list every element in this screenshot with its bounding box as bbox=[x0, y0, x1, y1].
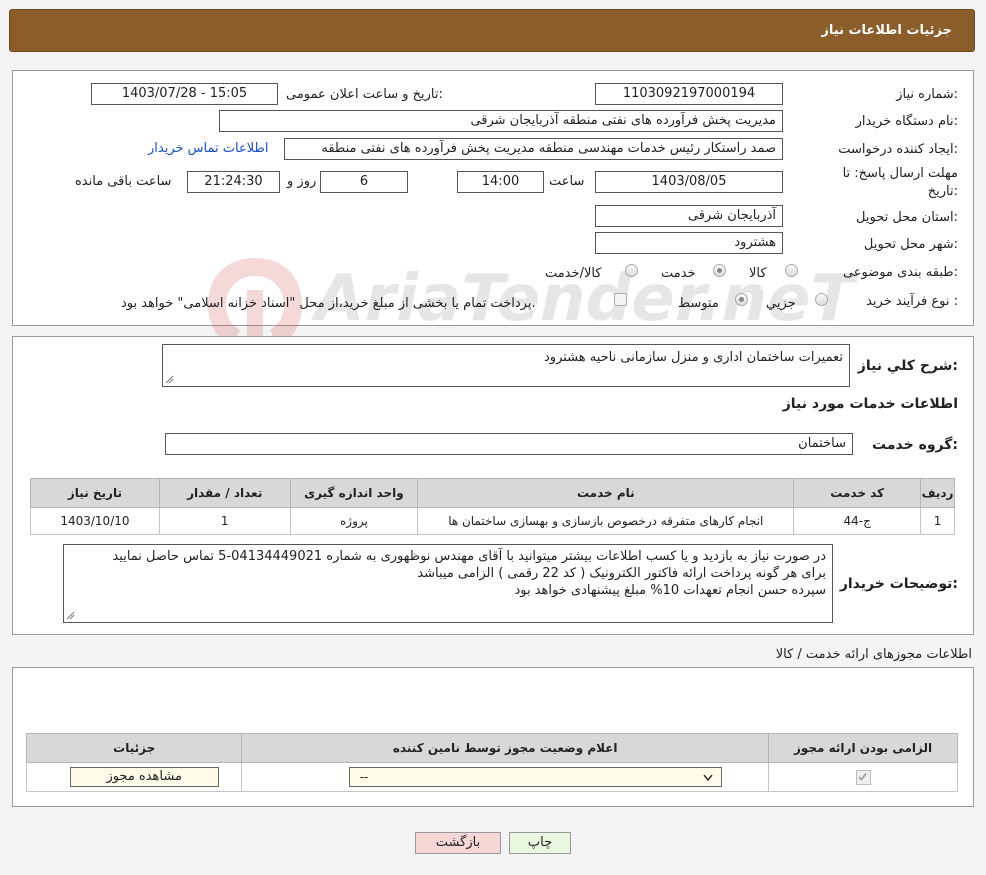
buyer-notes-label: توضیحات خریدار: bbox=[839, 576, 958, 592]
back-button[interactable]: بازگشت bbox=[415, 832, 501, 854]
province-label: استان محل تحویل: bbox=[856, 210, 958, 225]
process-minor-label: جزیي bbox=[766, 296, 796, 311]
announce-date-label: تاریخ و ساعت اعلان عمومی: bbox=[286, 87, 443, 102]
description-textarea[interactable]: تعمیرات ساختمان اداری و منزل سازمانی ناح… bbox=[162, 344, 850, 387]
col-quantity: تعداد / مقدار bbox=[158, 478, 291, 508]
page-title: جزئیات اطلاعات نیاز bbox=[821, 23, 952, 38]
cell-row: 1 bbox=[920, 507, 955, 535]
buyer-contact-link[interactable]: اطلاعات تماس خریدار bbox=[148, 141, 268, 156]
buyer-notes-textarea[interactable]: در صورت نیاز به بازدید و یا کسب اطلاعات … bbox=[63, 544, 833, 623]
category-service-radio[interactable] bbox=[713, 264, 726, 277]
days-label: روز و bbox=[287, 174, 317, 189]
need-number-label: شماره نیاز: bbox=[896, 87, 958, 102]
category-goods-service-label: کالا/خدمت bbox=[545, 266, 602, 281]
buyer-notes-line-3: سپرده حسن انجام تعهدات 10% مبلغ پیشنهادی… bbox=[514, 583, 826, 598]
permit-status-value: -- bbox=[359, 770, 369, 784]
process-medium-label: متوسط bbox=[678, 296, 719, 311]
process-minor-radio[interactable] bbox=[815, 293, 828, 306]
permit-required-checkbox bbox=[855, 769, 871, 785]
buyer-org-field: مدیریت پخش فرآورده های نفتی منطقه آذربای… bbox=[219, 110, 783, 132]
category-service-label: خدمت bbox=[661, 266, 696, 281]
col-service-name: نام خدمت bbox=[417, 478, 795, 508]
cell-service-name: انجام کارهای متفرقه درخصوص بازسازی و بهس… bbox=[417, 507, 795, 535]
cell-service-code: ج-44 bbox=[793, 507, 922, 535]
col-row: ردیف bbox=[920, 478, 955, 508]
process-label: نوع فرآیند خرید : bbox=[866, 294, 958, 309]
page-header: جزئیات اطلاعات نیاز bbox=[9, 9, 975, 52]
view-permit-button[interactable]: مشاهده مجوز bbox=[69, 767, 219, 787]
requester-label: ایجاد کننده درخواست: bbox=[838, 142, 958, 157]
chevron-down-icon bbox=[703, 774, 713, 782]
check-icon bbox=[857, 772, 867, 781]
table-row: -- مشاهده مجوز bbox=[25, 762, 958, 792]
cell-unit: پروژه bbox=[289, 507, 419, 535]
treasury-note: پرداخت تمام یا بخشی از مبلغ خرید،از محل … bbox=[121, 296, 536, 311]
cell-permit-status: -- bbox=[241, 762, 770, 792]
resize-grip-icon[interactable] bbox=[165, 375, 174, 384]
permits-title: اطلاعات مجوزهای ارائه خدمت / کالا bbox=[775, 647, 972, 662]
buyer-org-label: نام دستگاه خریدار: bbox=[855, 114, 958, 129]
cell-permit-details: مشاهده مجوز bbox=[25, 762, 243, 792]
col-permit-required: الزامی بودن ارائه مجوز bbox=[768, 733, 958, 763]
deadline-hour-field: 14:00 bbox=[457, 171, 544, 193]
col-permit-status: اعلام وضعیت مجوز توسط نامین کننده bbox=[241, 733, 770, 763]
category-label: طبقه بندی موضوعی: bbox=[842, 265, 958, 280]
table-row: 1 ج-44 انجام کارهای متفرقه درخصوص بازساز… bbox=[30, 507, 955, 535]
days-field: 6 bbox=[320, 171, 408, 193]
requester-field: صمد راستکار رئیس خدمات مهندسی منطقه مدیر… bbox=[284, 138, 783, 160]
city-field: هشترود bbox=[595, 232, 783, 254]
permits-table-header: الزامی بودن ارائه مجوز اعلام وضعیت مجوز … bbox=[25, 733, 958, 763]
treasury-checkbox[interactable] bbox=[614, 293, 627, 306]
category-goods-label: کالا bbox=[749, 266, 767, 281]
resize-grip-icon[interactable] bbox=[66, 611, 75, 620]
permits-table: الزامی بودن ارائه مجوز اعلام وضعیت مجوز … bbox=[25, 733, 958, 792]
cell-quantity: 1 bbox=[158, 507, 291, 535]
province-field: آذربایجان شرقی bbox=[595, 205, 783, 227]
col-permit-details: جزئیات bbox=[25, 733, 243, 763]
col-need-date: تاریخ نیاز bbox=[30, 478, 160, 508]
category-goods-radio[interactable] bbox=[785, 264, 798, 277]
services-table-header: ردیف کد خدمت نام خدمت واحد اندازه گیری ت… bbox=[30, 478, 955, 508]
deadline-date-field: 1403/08/05 bbox=[595, 171, 783, 193]
remaining-time-label: ساعت باقی مانده bbox=[75, 174, 172, 189]
services-table: ردیف کد خدمت نام خدمت واحد اندازه گیری ت… bbox=[30, 478, 955, 535]
category-goods-service-radio[interactable] bbox=[625, 264, 638, 277]
description-text: تعمیرات ساختمان اداری و منزل سازمانی ناح… bbox=[544, 350, 843, 365]
service-group-field: ساختمان bbox=[165, 433, 853, 455]
permit-status-select[interactable]: -- bbox=[348, 767, 722, 787]
process-medium-radio[interactable] bbox=[735, 293, 748, 306]
deadline-hour-label: ساعت bbox=[549, 174, 585, 189]
remaining-time-field: 21:24:30 bbox=[187, 171, 280, 193]
col-unit: واحد اندازه گیری bbox=[289, 478, 419, 508]
service-group-label: گروه خدمت: bbox=[872, 437, 958, 453]
cell-need-date: 1403/10/10 bbox=[30, 507, 160, 535]
services-section-title: اطلاعات خدمات مورد نیاز bbox=[782, 396, 958, 412]
buyer-notes-line-1: در صورت نیاز به بازدید و یا کسب اطلاعات … bbox=[112, 549, 826, 564]
need-info-panel bbox=[12, 70, 974, 326]
deadline-label: مهلت ارسال پاسخ: تا bbox=[842, 166, 958, 181]
need-number-field: 1103092197000194 bbox=[595, 83, 783, 105]
cell-permit-required bbox=[768, 762, 958, 792]
col-service-code: کد خدمت bbox=[793, 478, 922, 508]
print-button[interactable]: چاپ bbox=[509, 832, 571, 854]
buyer-notes-line-2: برای هر گونه پرداخت ارائه فاکتور الکترون… bbox=[417, 566, 826, 581]
announce-date-field: 1403/07/28 - 15:05 bbox=[91, 83, 278, 105]
deadline-label-date: تاریخ: bbox=[927, 184, 958, 199]
city-label: شهر محل تحویل: bbox=[863, 237, 958, 252]
description-label: شرح کلي نیاز: bbox=[857, 358, 958, 374]
